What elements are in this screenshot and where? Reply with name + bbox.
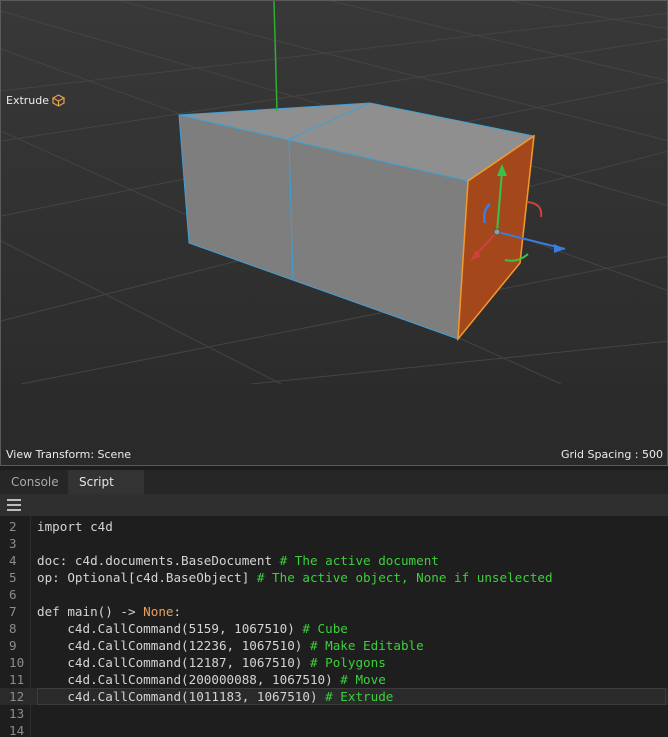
code-line[interactable]: 4 doc: c4d.documents.BaseDocument # The a… [0,552,668,569]
code-line[interactable]: 2 import c4d [0,518,668,535]
script-log-toolbar [0,494,668,516]
line-number: 13 [9,706,25,721]
tab-console[interactable]: Console [0,470,68,494]
console-tab-bar: Console Script Log [0,470,668,513]
code-line[interactable]: 14 [0,722,668,737]
code-text: import c4d [37,519,113,534]
line-number: 7 [9,604,17,619]
active-tool-indicator: Extrude [6,94,66,107]
line-number: 12 [9,689,25,704]
code-text: c4d.CallCommand(1011183, 1067510) # Extr… [37,689,394,704]
code-text: op: Optional[c4d.BaseObject] # The activ… [37,570,553,585]
code-text: c4d.CallCommand(12187, 1067510) # Polygo… [37,655,386,670]
code-line[interactable]: 3 [0,535,668,552]
3d-viewport[interactable]: Extrude View Transform: Scene Grid Spaci… [0,0,668,466]
line-number: 8 [9,621,17,636]
code-text: c4d.CallCommand(200000088, 1067510) # Mo… [37,672,386,687]
code-line[interactable]: 7 def main() -> None: [0,603,668,620]
line-number: 10 [9,655,25,670]
line-number: 2 [9,519,17,534]
line-number: 14 [9,723,25,737]
script-editor[interactable]: 2 import c4d 3 4 doc: c4d.documents.BaseDocu… [0,516,668,737]
code-line[interactable]: 5 op: Optional[c4d.BaseObject] # The acti… [0,569,668,586]
extrude-icon [52,94,66,107]
code-line[interactable]: 10 c4d.CallCommand(12187, 1067510) # Pol… [0,654,668,671]
hamburger-menu-icon[interactable] [7,499,21,511]
code-text: def main() -> None: [37,604,182,619]
code-line[interactable]: 11 c4d.CallCommand(200000088, 1067510) #… [0,671,668,688]
code-text: c4d.CallCommand(12236, 1067510) # Make E… [37,638,424,653]
code-line[interactable]: 6 [0,586,668,603]
line-number: 5 [9,570,17,585]
tab-script-log[interactable]: Script Log [68,470,144,513]
code-line[interactable]: 9 c4d.CallCommand(12236, 1067510) # Make… [0,637,668,654]
code-line[interactable]: 8 c4d.CallCommand(5159, 1067510) # Cube [0,620,668,637]
viewport-scene[interactable] [1,1,668,466]
grid-spacing-label: Grid Spacing : 500 [560,448,663,461]
code-text: c4d.CallCommand(5159, 1067510) # Cube [37,621,348,636]
code-text: doc: c4d.documents.BaseDocument # The ac… [37,553,439,568]
line-number: 6 [9,587,17,602]
line-number: 9 [9,638,17,653]
tool-label: Extrude [6,94,50,107]
line-number: 4 [9,553,17,568]
view-transform-label: View Transform: Scene [6,448,132,461]
line-number: 11 [9,672,25,687]
code-line[interactable]: 13 [0,705,668,722]
line-number: 3 [9,536,17,551]
code-line[interactable]: 12 c4d.CallCommand(1011183, 1067510) # E… [0,688,668,705]
